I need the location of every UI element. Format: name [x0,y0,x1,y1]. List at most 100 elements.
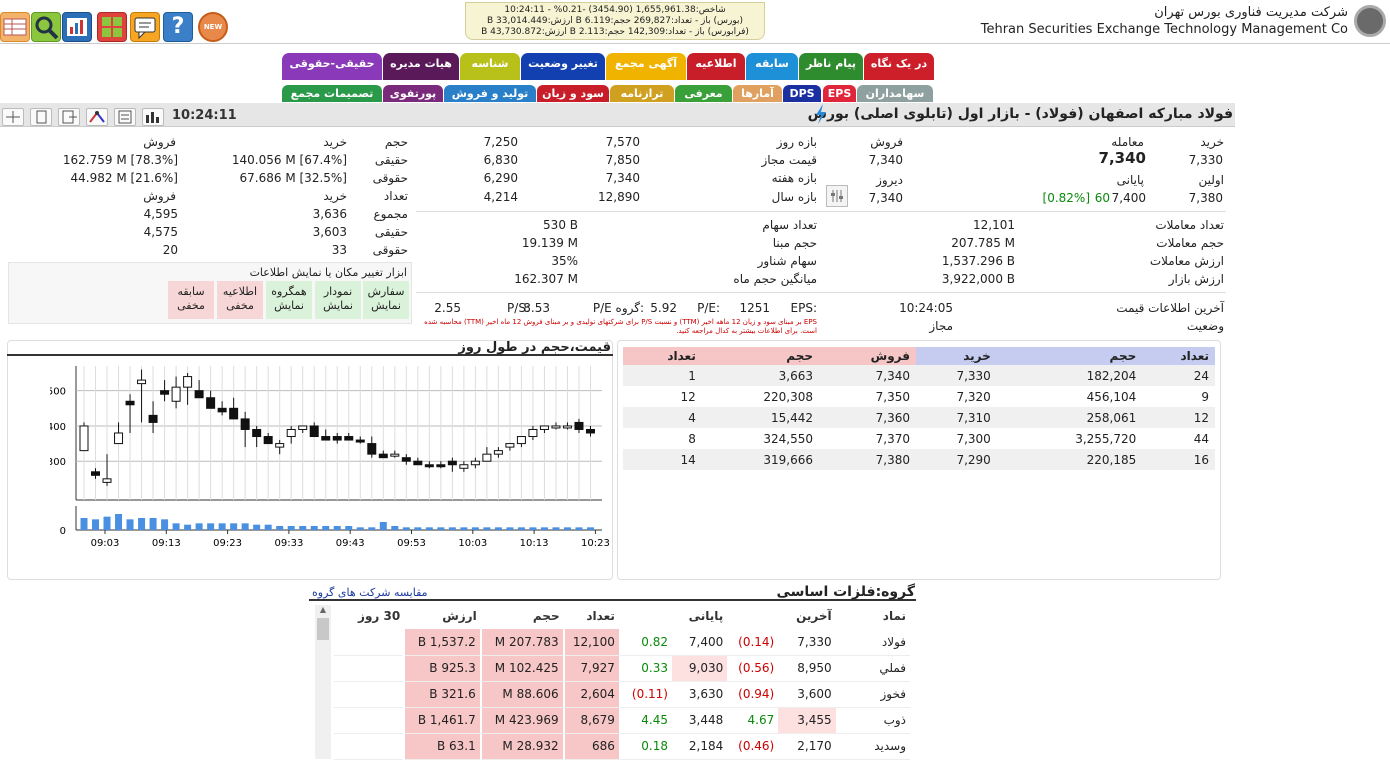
yesterday-price: 7,340 [868,191,903,205]
list-icon[interactable] [114,108,136,126]
candle [447,460,457,466]
tab-meeting-decisions[interactable]: تصمیمات مجمع [282,85,382,102]
tab-identity[interactable]: شناسه [460,53,520,80]
market-value-label: ارزش بازار [1168,272,1224,286]
tab-history[interactable]: سابقه [746,53,798,80]
orderbook-row[interactable]: 24 182,204 7,330 7,340 3,663 1 [623,365,1215,386]
new-icon[interactable]: NEW [198,12,228,42]
last-change: (0.56) [738,661,775,675]
tiles-icon[interactable] [97,12,127,42]
toggle-chart[interactable]: نمودار نمایش [315,281,361,319]
search-icon[interactable] [31,12,61,42]
grid-icon[interactable] [0,12,30,42]
tab-dps[interactable]: DPS [783,85,821,102]
orderbook-row[interactable]: 9 456,104 7,320 7,350 220,308 12 [623,386,1215,407]
symbol[interactable]: فملي [836,655,910,681]
symbol[interactable]: وسدید [836,733,910,759]
volume-tick-label: 0 [60,526,66,537]
float-value: 35% [551,254,578,268]
message-icon[interactable] [130,12,160,42]
candle-chart-icon[interactable] [142,108,164,126]
volume-bar [92,519,100,530]
shares-value: 530 B [543,218,578,232]
candle [206,397,216,409]
scrollbar-thumb[interactable] [317,618,329,640]
sparkline [334,707,404,733]
cell: 7,370 [875,431,910,446]
group-row[interactable]: فولاد 7,330 (0.14) 7,400 0.82 12,100 207.783 M… [334,629,910,655]
move-icon[interactable] [2,108,24,126]
tab-balance[interactable]: ترازنامه [610,85,674,102]
tab-stats[interactable]: آمارها [733,85,782,102]
symbol[interactable]: فولاد [836,629,910,655]
tab-board[interactable]: هیات مدیره [383,53,459,80]
first-label: اولین [1198,173,1224,187]
candle [298,425,308,430]
volume-bar [575,527,583,530]
group-row[interactable]: فخوز 3,600 (0.94) 3,630 (0.11) 2,604 88.606 M3… [334,681,910,707]
tab-supervisor-message[interactable]: پیام ناظر [799,53,863,80]
toggle-peers[interactable]: همگروه نمایش [266,281,312,319]
compare-group-link[interactable]: مقایسه شرکت های گروه [312,585,428,601]
scroll-up-icon[interactable]: ▲ [315,605,331,614]
group-row[interactable]: ذوب 3,455 4.67 3,448 4.45 8,679 423.969 M 1,461… [334,707,910,733]
toggle-announcements[interactable]: اطلاعیه مخفی [217,281,263,319]
clients-buy-header-2: خرید [323,189,347,203]
group-scrollbar[interactable]: ▲ [315,605,331,759]
orderbook-row[interactable]: 44 3,255,720 7,300 7,370 324,550 8 [623,428,1215,449]
tab-production-sales[interactable]: تولید و فروش [444,85,536,102]
tab-individual-corporate[interactable]: حقیقی-حقوقی [282,53,382,80]
toggle-history[interactable]: سابقه مخفی [168,281,214,319]
cell: 14 [680,452,696,467]
symbol[interactable]: ذوب [836,707,910,733]
tab-portfolio[interactable]: پورتفوی [383,85,443,102]
settings-sliders-icon[interactable] [826,185,848,207]
first-price: 7,380 [1188,191,1223,205]
export-icon[interactable] [58,108,80,126]
close-change: 4.45 [641,713,668,727]
toggle-orders[interactable]: سفارش نمایش [363,281,409,319]
tab-meeting-notice[interactable]: آگهی مجمع [606,53,686,80]
volume-bar [483,527,491,530]
status-label: وضعیت [1186,319,1224,333]
tab-announcement[interactable]: اطلاعیه [687,53,745,80]
group-row[interactable]: فملي 8,950 (0.56) 9,030 0.33 7,927 102.425 M 92… [334,655,910,681]
tab-at-a-glance[interactable]: در یک نگاه [864,53,934,80]
volume: 102.425 M [479,655,564,681]
orderbook-row[interactable]: 12 258,061 7,310 7,360 15,442 4 [623,407,1215,428]
week-low: 6,290 [483,171,518,185]
y-tick-label: 7400 [50,422,66,433]
cell: 7,290 [956,452,991,467]
tab-status-change[interactable]: تغییر وضعیت [521,53,605,80]
cell: 7,300 [956,431,991,446]
intraday-candlestick-chart[interactable]: 7500 7400 7300 0 09:03 09:13 09:23 09:33 09:43 09… [50,360,610,560]
tab-eps[interactable]: EPS [823,85,856,102]
candle [585,428,595,434]
pe-label: P/E: [697,301,720,315]
cell: 3,255,720 [1075,431,1137,446]
orderbook-row[interactable]: 16 220,185 7,290 7,380 319,666 14 [623,449,1215,470]
volume-bar [494,527,502,530]
tab-shareholders[interactable]: سهامداران [857,85,933,102]
volume-bar [253,524,261,530]
cell: 3,663 [778,368,814,383]
cell: 7,310 [956,410,991,425]
tab-intro[interactable]: معرفی [675,85,732,102]
tab-profit-loss[interactable]: سود و زیان [537,85,609,102]
index-summary: شاخص:1,655,961.38 (3454.90) -0.21% - 10:… [465,2,765,40]
sparkline [334,681,404,707]
chart-icon[interactable] [62,12,92,42]
document-icon[interactable] [30,108,52,126]
cell: 220,308 [763,389,814,404]
network-icon[interactable] [86,108,108,126]
cell: 44 [1193,431,1209,446]
group-row[interactable]: وسدید 2,170 (0.46) 2,184 0.18 686 28.932 M 63.1… [334,733,910,759]
sparkline [334,733,404,759]
help-icon[interactable]: ? [163,12,193,42]
volume-bar [310,526,318,530]
sell-label: فروش [870,135,903,149]
symbol[interactable]: فخوز [836,681,910,707]
close-change-header [619,603,672,629]
cell: 8 [688,431,696,446]
sum-label: مجموع [373,207,408,221]
